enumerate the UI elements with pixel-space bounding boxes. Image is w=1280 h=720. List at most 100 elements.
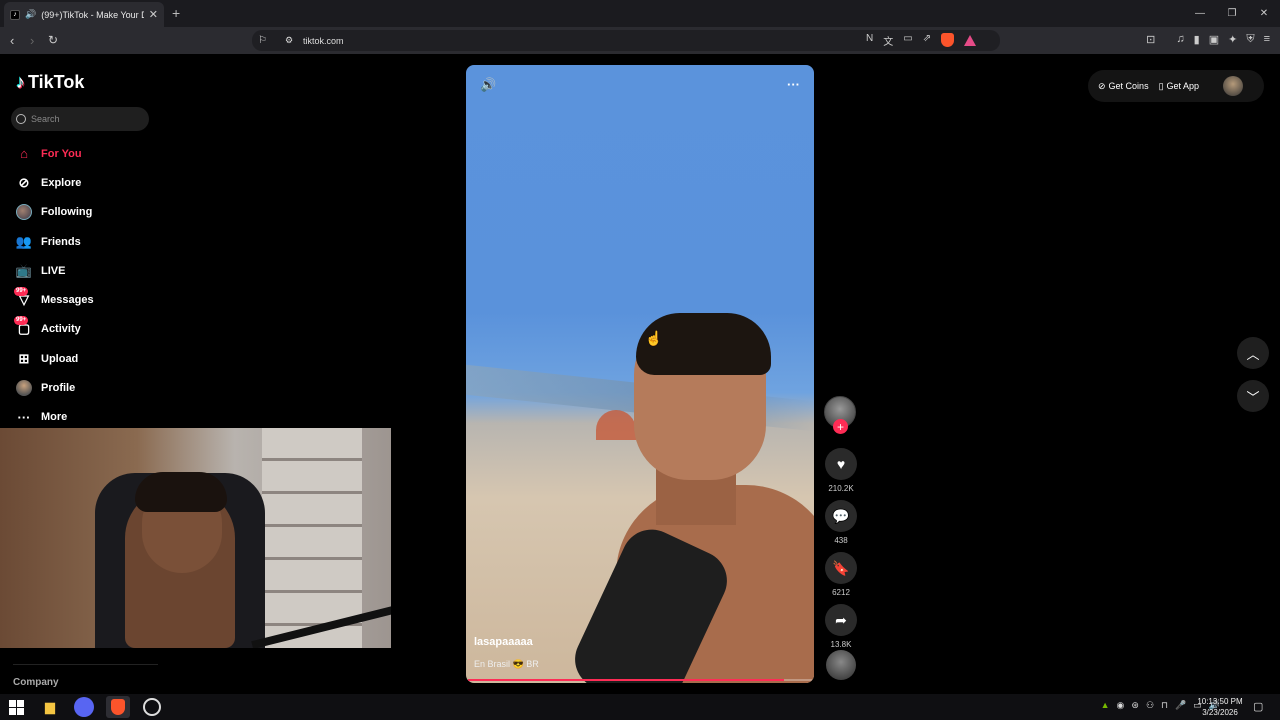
sidebar-item-upload[interactable]: ⊞ Upload	[0, 344, 200, 373]
wallet-icon[interactable]: ▣	[1209, 33, 1219, 46]
tiktok-note-icon: ♪	[16, 72, 25, 92]
next-video-button[interactable]: ﹀	[1237, 380, 1269, 412]
menu-icon[interactable]: ≡	[1264, 33, 1270, 46]
discord-icon[interactable]	[72, 696, 96, 718]
sidebar-item-label: More	[41, 411, 68, 424]
sidebar-item-label: For You	[41, 147, 82, 160]
comment-action[interactable]: 💬 438	[825, 500, 857, 545]
browser-tab[interactable]: ♪ 🔊 (99+)TikTok - Make Your Day ✕	[4, 2, 164, 27]
more-options-icon[interactable]: ···	[787, 77, 800, 92]
video-player[interactable]: 🔊 ··· lasapaaaaa En Brasil 😎 BR	[466, 65, 814, 683]
webcam-overlay	[0, 428, 391, 648]
brave-shield-icon[interactable]	[941, 33, 955, 47]
brave-icon[interactable]	[106, 696, 130, 718]
like-action[interactable]: ♥ 210.2K	[825, 448, 857, 493]
share-icon[interactable]: ⇗	[923, 33, 931, 48]
start-button[interactable]	[4, 696, 28, 718]
get-coins-button[interactable]: ⊘ Get Coins	[1098, 81, 1149, 92]
music-disc-icon[interactable]	[826, 650, 856, 680]
bookmark-icon[interactable]: 🔖	[825, 552, 857, 584]
share-action[interactable]: ➦ 13.8K	[825, 604, 857, 649]
video-progress-bar[interactable]	[468, 679, 812, 681]
browser-extensions: ⊡ ♫ ▮ ▣ ✦ ⛨ ≡	[1146, 33, 1270, 46]
activity-badge: 99+	[14, 316, 29, 326]
user-avatar[interactable]	[1223, 76, 1244, 96]
sidebar-item-for-you[interactable]: ⌂ For You	[0, 139, 200, 168]
url-text[interactable]: tiktok.com	[303, 36, 344, 46]
reload-button[interactable]: ↻	[48, 33, 58, 47]
vpn-icon[interactable]: ⛨	[1246, 33, 1254, 46]
file-explorer-icon[interactable]: ▆	[38, 696, 62, 718]
get-app-label: Get App	[1166, 81, 1200, 91]
sidebar-menu: ⌂ For You ⊘ Explore Following 👥 Friends …	[0, 139, 200, 432]
cast-icon[interactable]: ▭	[903, 33, 912, 48]
streamer-hair	[135, 472, 227, 512]
comment-count: 438	[834, 536, 848, 545]
sidebar-item-live[interactable]: 📺 LIVE	[0, 256, 200, 285]
get-app-button[interactable]: ▯ Get App	[1159, 81, 1199, 92]
messages-icon: ▽ 99+	[14, 287, 29, 308]
tiktok-page: ♪ TikTok ⌂ For You ⊘ Explore Following 👥…	[0, 54, 1280, 694]
search-input[interactable]	[31, 114, 141, 124]
screenshot-icon[interactable]: ⊡	[1146, 33, 1155, 46]
sidebar-item-messages[interactable]: ▽ 99+ Messages	[0, 285, 200, 314]
usb-icon[interactable]: ⊓	[1161, 700, 1168, 711]
speaker-icon[interactable]: 🔊	[25, 9, 36, 20]
media-icon[interactable]: ♫	[1176, 33, 1184, 46]
forward-button[interactable]: ›	[30, 33, 34, 48]
bookmark-icon[interactable]: ⚐	[258, 35, 267, 46]
leo-ai-icon[interactable]: ✦	[1228, 33, 1237, 46]
clock-time: 10:13:50 PM	[1197, 697, 1243, 706]
sidebar-item-friends[interactable]: 👥 Friends	[0, 227, 200, 256]
save-action[interactable]: 🔖 6212	[825, 552, 857, 597]
sidebar-item-label: Activity	[41, 323, 81, 336]
back-button[interactable]: ‹	[10, 33, 14, 48]
sidebar-item-following[interactable]: Following	[0, 198, 200, 227]
sidebar-item-profile[interactable]: Profile	[0, 373, 200, 402]
reader-mode-icon[interactable]: N	[866, 33, 873, 48]
chevron-down-icon: ﹀	[1246, 389, 1260, 405]
discord-tray-icon[interactable]: ◉	[1117, 700, 1125, 711]
tiktok-favicon-icon: ♪	[10, 9, 20, 20]
footer-company-link[interactable]: Company	[13, 677, 59, 688]
follow-plus-icon[interactable]: +	[833, 419, 848, 434]
search-box[interactable]	[11, 107, 149, 131]
obs-icon[interactable]	[140, 696, 164, 718]
sidebar-item-label: Messages	[41, 294, 94, 307]
tab-title: (99+)TikTok - Make Your Day	[41, 9, 144, 20]
brave-rewards-icon[interactable]	[964, 35, 977, 46]
close-window-button[interactable]: ✕	[1248, 0, 1280, 27]
app-tray-icon[interactable]: ⚇	[1146, 700, 1154, 711]
tiktok-logo[interactable]: ♪ TikTok	[16, 72, 84, 93]
share-arrow-icon[interactable]: ➦	[825, 604, 857, 636]
system-clock[interactable]: 10:13:50 PM 3/23/2026	[1196, 696, 1244, 718]
sidebar-item-label: Friends	[41, 235, 81, 248]
logo-text: TikTok	[28, 72, 85, 92]
video-username[interactable]: lasapaaaaa	[474, 636, 533, 648]
sidebar-icon[interactable]: ▮	[1194, 33, 1200, 46]
notification-icon[interactable]: ▢	[1253, 700, 1263, 713]
messages-badge: 99+	[14, 287, 29, 297]
top-right-actions: ⊘ Get Coins ▯ Get App	[1088, 70, 1264, 102]
steam-icon[interactable]: ⊛	[1131, 700, 1139, 711]
browser-tabbar: ♪ 🔊 (99+)TikTok - Make Your Day ✕ + — ❐ …	[0, 0, 1280, 27]
nvidia-icon[interactable]: ▲	[1101, 700, 1110, 711]
heart-icon[interactable]: ♥	[825, 448, 857, 480]
close-tab-icon[interactable]: ✕	[149, 8, 158, 21]
sidebar-item-activity[interactable]: ▢ 99+ Activity	[0, 315, 200, 344]
minimize-button[interactable]: —	[1184, 0, 1216, 27]
video-description: En Brasil 😎 BR	[474, 659, 539, 669]
sidebar-item-explore[interactable]: ⊘ Explore	[0, 168, 200, 197]
previous-video-button[interactable]: ︿	[1237, 337, 1269, 369]
comment-icon[interactable]: 💬	[825, 500, 857, 532]
like-count: 210.2K	[828, 484, 854, 493]
new-tab-button[interactable]: +	[172, 5, 180, 21]
more-icon: ···	[17, 409, 31, 425]
restore-button[interactable]: ❐	[1216, 0, 1248, 27]
sidebar-item-label: Following	[41, 206, 93, 219]
microphone-icon[interactable]: 🎤	[1175, 700, 1186, 711]
site-info-icon[interactable]: ⚙	[285, 35, 293, 46]
translate-icon[interactable]: 文	[883, 33, 893, 48]
following-avatar-icon	[16, 204, 32, 221]
volume-icon[interactable]: 🔊	[480, 77, 496, 93]
